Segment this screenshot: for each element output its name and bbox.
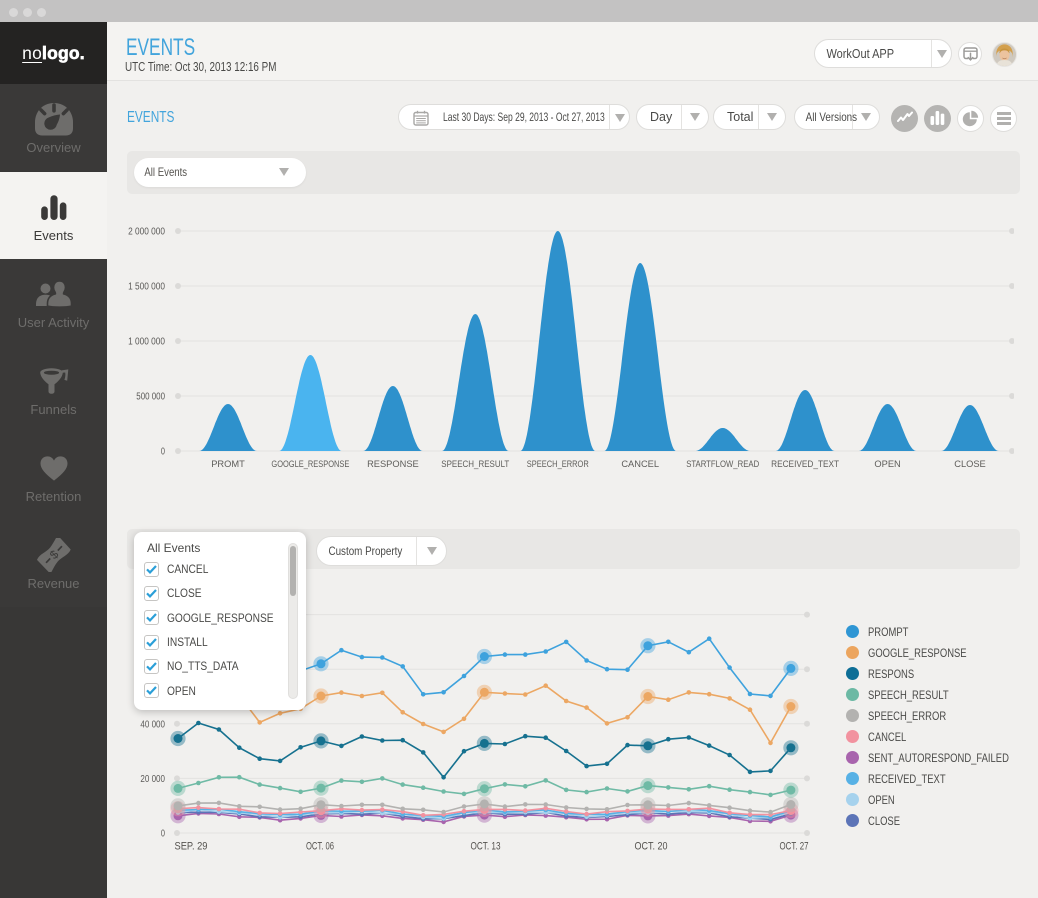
svg-text:1 500 000: 1 500 000 — [128, 282, 165, 293]
svg-text:20 000: 20 000 — [140, 773, 165, 785]
svg-text:OCT. 27: OCT. 27 — [780, 841, 809, 853]
svg-text:CANCEL: CANCEL — [621, 459, 659, 469]
svg-text:GOOGLE_RESPONSE: GOOGLE_RESPONSE — [271, 459, 349, 469]
svg-text:PROMT: PROMT — [211, 459, 245, 469]
svg-text:CLOSE: CLOSE — [954, 459, 986, 469]
svg-text:OCT. 06: OCT. 06 — [306, 841, 334, 853]
svg-text:OPEN: OPEN — [874, 459, 900, 469]
svg-text:RESPONSE: RESPONSE — [367, 459, 419, 469]
svg-text:SEP. 29: SEP. 29 — [175, 841, 208, 853]
svg-text:SPEECH_ERROR: SPEECH_ERROR — [527, 459, 589, 469]
svg-text:OCT. 20: OCT. 20 — [635, 841, 668, 853]
svg-text:0: 0 — [161, 447, 165, 458]
svg-text:500 000: 500 000 — [136, 392, 165, 403]
svg-text:40 000: 40 000 — [140, 718, 165, 730]
svg-text:STARTFLOW_READ: STARTFLOW_READ — [686, 459, 759, 469]
svg-text:0: 0 — [161, 828, 165, 840]
svg-text:SPEECH_RESULT: SPEECH_RESULT — [441, 459, 509, 469]
svg-text:2 000 000: 2 000 000 — [128, 227, 165, 238]
svg-text:RECEIVED_TEXT: RECEIVED_TEXT — [771, 459, 839, 469]
svg-text:OCT. 13: OCT. 13 — [471, 841, 501, 853]
svg-text:1 000 000: 1 000 000 — [128, 337, 165, 348]
